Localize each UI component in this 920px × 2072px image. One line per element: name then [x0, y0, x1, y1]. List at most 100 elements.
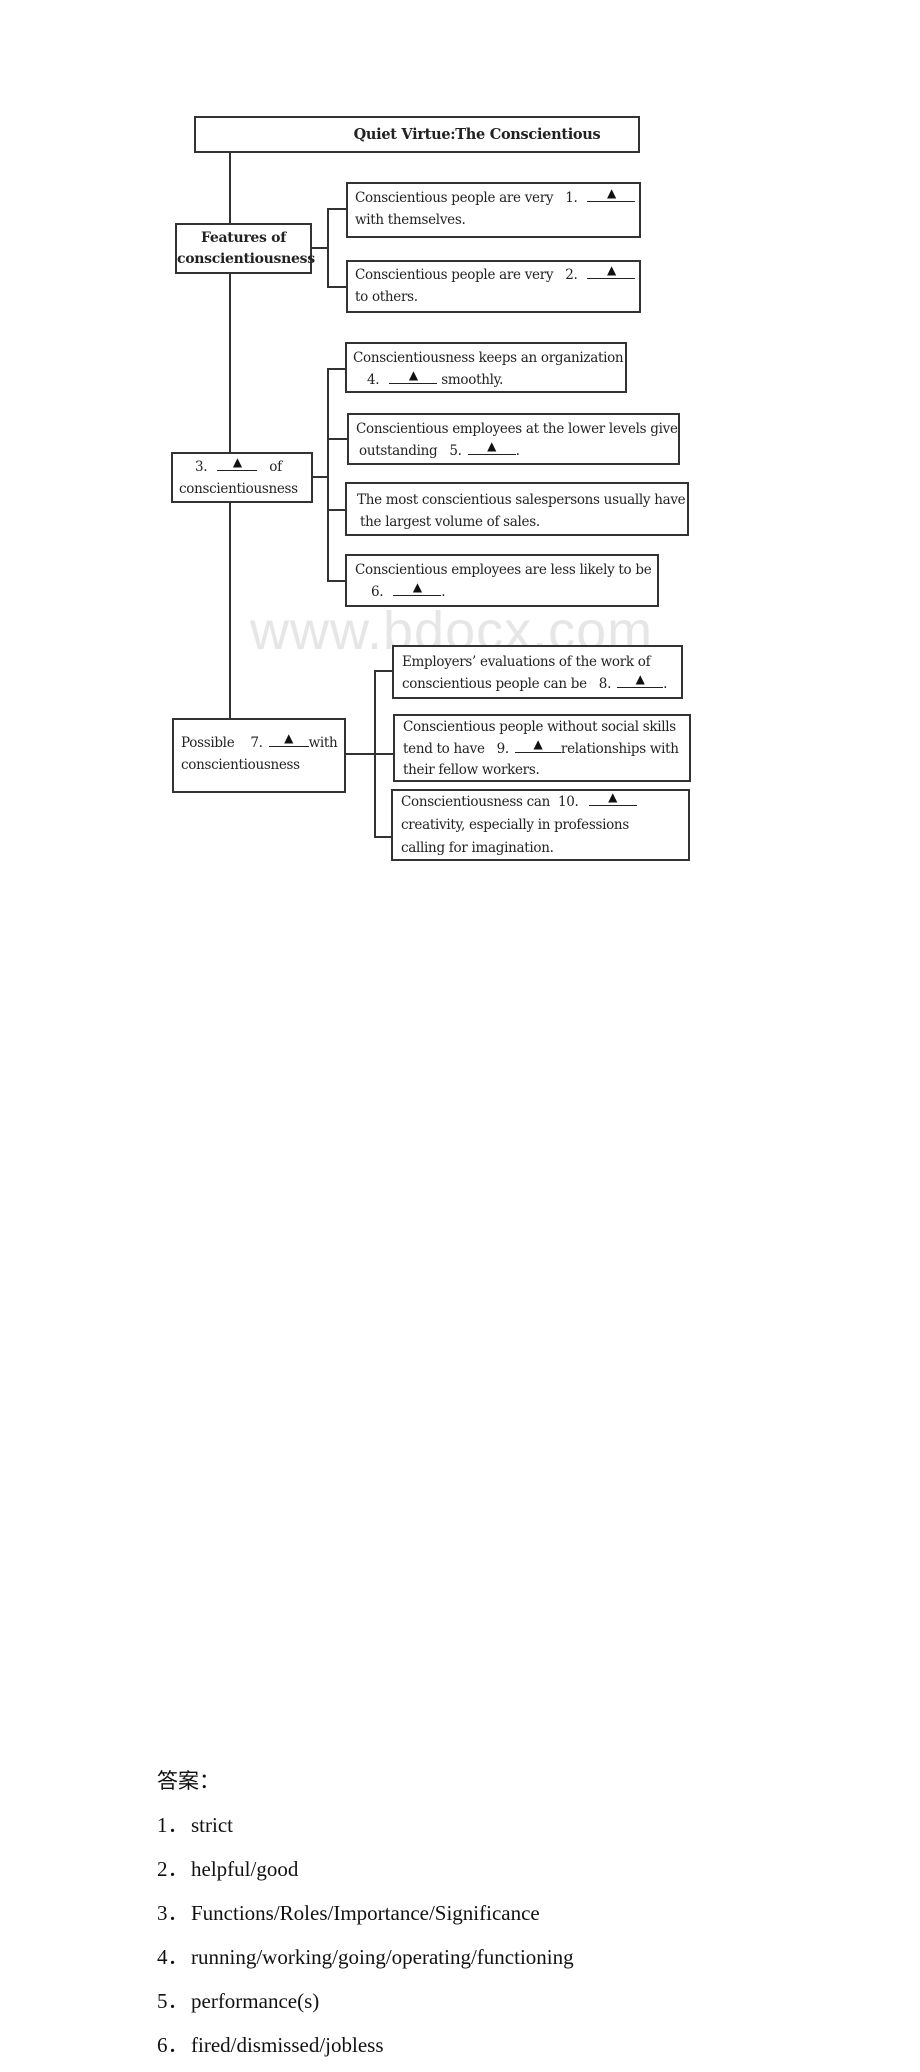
label7-after: with: [308, 735, 338, 751]
answer-item: 3． Functions/Roles/Importance/Significanc…: [157, 1896, 920, 1940]
answers-section: 答案： 1． strict 2． helpful/good 3． Functions/…: [157, 1764, 920, 2072]
answer-text: fired/dismissed/jobless: [191, 2033, 384, 2057]
label7-before: Possible: [181, 735, 235, 751]
answer-text: Functions/Roles/Importance/Significance: [191, 1901, 540, 1925]
features-label-line1: Features of: [201, 230, 286, 246]
answer-item: 4． running/working/going/operating/functi…: [157, 1940, 920, 1984]
function-item-6: Conscientious employees are less likely …: [345, 554, 659, 607]
label7-line2: conscientiousness: [181, 757, 300, 773]
mind-map-diagram: Quiet Virtue:The Conscientious Features …: [0, 0, 920, 880]
blank-marker-icon: ▲: [408, 368, 418, 382]
connector-item1: [327, 208, 347, 210]
sales-line1: The most conscientious salespersons usua…: [357, 492, 686, 508]
function-item-4: Conscientiousness keeps an organization …: [345, 342, 627, 393]
blank-6[interactable]: ▲: [393, 580, 442, 596]
problem-item-8: Employers’ evaluations of the work of co…: [392, 645, 683, 699]
connector-problems-vertical: [374, 670, 376, 838]
item1-text: Conscientious people are very: [355, 190, 554, 206]
item10-before: Conscientiousness can: [401, 794, 550, 810]
label7-number: 7.: [250, 735, 263, 751]
answer-number: 3．: [157, 1901, 189, 1925]
answer-text: strict: [191, 1813, 233, 1837]
blank-3[interactable]: ▲: [217, 455, 258, 471]
connector-features-branch: [310, 247, 328, 249]
blank-2[interactable]: ▲: [587, 263, 636, 279]
functions-label-box: 3. ▲ of conscientiousness: [171, 452, 313, 503]
blank-7[interactable]: ▲: [268, 731, 309, 747]
connector-item6: [327, 580, 346, 582]
blank-5[interactable]: ▲: [467, 439, 516, 455]
item6-after: .: [441, 584, 446, 600]
diagram-title: Quiet Virtue:The Conscientious: [194, 116, 640, 153]
feature-item-2: Conscientious people are very 2. ▲ to ot…: [346, 260, 641, 313]
answers-heading: 答案：: [157, 1769, 220, 1793]
item2-number: 2.: [565, 267, 578, 283]
connector-features-vertical: [327, 208, 329, 288]
item6-number: 6.: [371, 584, 384, 600]
item9-line3: their fellow workers.: [403, 762, 540, 778]
answer-number: 6．: [157, 2033, 189, 2057]
connector-item4: [327, 368, 346, 370]
problem-item-10: Conscientiousness can 10. ▲ creativity, …: [391, 789, 690, 861]
connector-item-sales: [327, 509, 346, 511]
answer-number: 2．: [157, 1857, 189, 1881]
blank-marker-icon: ▲: [284, 731, 294, 745]
blank-4[interactable]: ▲: [389, 368, 438, 384]
item4-number: 4.: [367, 372, 380, 388]
item4-after: smoothly.: [441, 372, 504, 388]
item5-line1: Conscientious employees at the lower lev…: [356, 421, 678, 437]
item6-line1: Conscientious employees are less likely …: [355, 562, 652, 578]
item9-line1: Conscientious people without social skil…: [403, 719, 676, 735]
answer-text: performance(s): [191, 1989, 320, 2013]
item8-number: 8.: [598, 676, 612, 692]
feature-item-1: Conscientious people are very 1. ▲ with …: [346, 182, 641, 238]
item2-text: Conscientious people are very: [355, 267, 554, 283]
problems-label-box: Possible 7. ▲ with conscientiousness: [172, 718, 346, 793]
blank-10[interactable]: ▲: [588, 790, 637, 806]
blank-marker-icon: ▲: [607, 186, 616, 200]
answer-text: running/working/going/operating/function…: [191, 1945, 574, 1969]
problem-item-9: Conscientious people without social skil…: [393, 714, 691, 782]
answer-text: helpful/good: [191, 1857, 299, 1881]
item5-after: .: [515, 443, 520, 459]
label3-line2: conscientiousness: [179, 481, 298, 497]
item8-after: .: [663, 676, 668, 692]
connector-problems-branch: [344, 753, 394, 755]
blank-9[interactable]: ▲: [514, 737, 561, 753]
item9-after: relationships with: [560, 741, 679, 757]
connector-functions-branch: [311, 476, 328, 478]
item10-number: 10.: [557, 794, 579, 810]
features-label-box: Features of conscientiousness: [175, 223, 315, 274]
item10-line2: creativity, especially in professions: [401, 817, 629, 833]
blank-marker-icon: ▲: [635, 672, 645, 686]
item1-number: 1.: [565, 190, 578, 206]
blank-1[interactable]: ▲: [587, 186, 636, 202]
connector-functions-vertical: [327, 368, 329, 582]
item8-line1: Employers’ evaluations of the work of: [402, 654, 651, 670]
blank-marker-icon: ▲: [412, 580, 422, 594]
answer-item: 1． strict: [157, 1808, 920, 1852]
sales-line2: the largest volume of sales.: [360, 514, 540, 530]
answer-number: 4．: [157, 1945, 189, 1969]
item9-number: 9.: [496, 741, 510, 757]
answer-number: 5．: [157, 1989, 189, 2013]
answer-item: 2． helpful/good: [157, 1852, 920, 1896]
features-label-line2: conscientiousness: [177, 251, 315, 267]
item5-before: outstanding: [359, 443, 438, 459]
blank-marker-icon: ▲: [533, 737, 543, 751]
function-item-5: Conscientious employees at the lower lev…: [347, 413, 680, 465]
blank-8[interactable]: ▲: [617, 672, 664, 688]
item10-line3: calling for imagination.: [401, 840, 554, 856]
blank-marker-icon: ▲: [608, 790, 618, 804]
item2-line2: to others.: [355, 289, 418, 305]
item5-number: 5.: [449, 443, 462, 459]
label3-number: 3.: [195, 459, 208, 475]
label3-of: of: [269, 459, 282, 475]
item4-line1: Conscientiousness keeps an organization: [353, 350, 624, 366]
connector-item8: [374, 670, 393, 672]
connector-item2: [327, 286, 347, 288]
blank-marker-icon: ▲: [232, 455, 242, 469]
item9-before: tend to have: [403, 741, 485, 757]
answer-item: 5． performance(s): [157, 1984, 920, 2028]
connector-item5: [327, 438, 348, 440]
